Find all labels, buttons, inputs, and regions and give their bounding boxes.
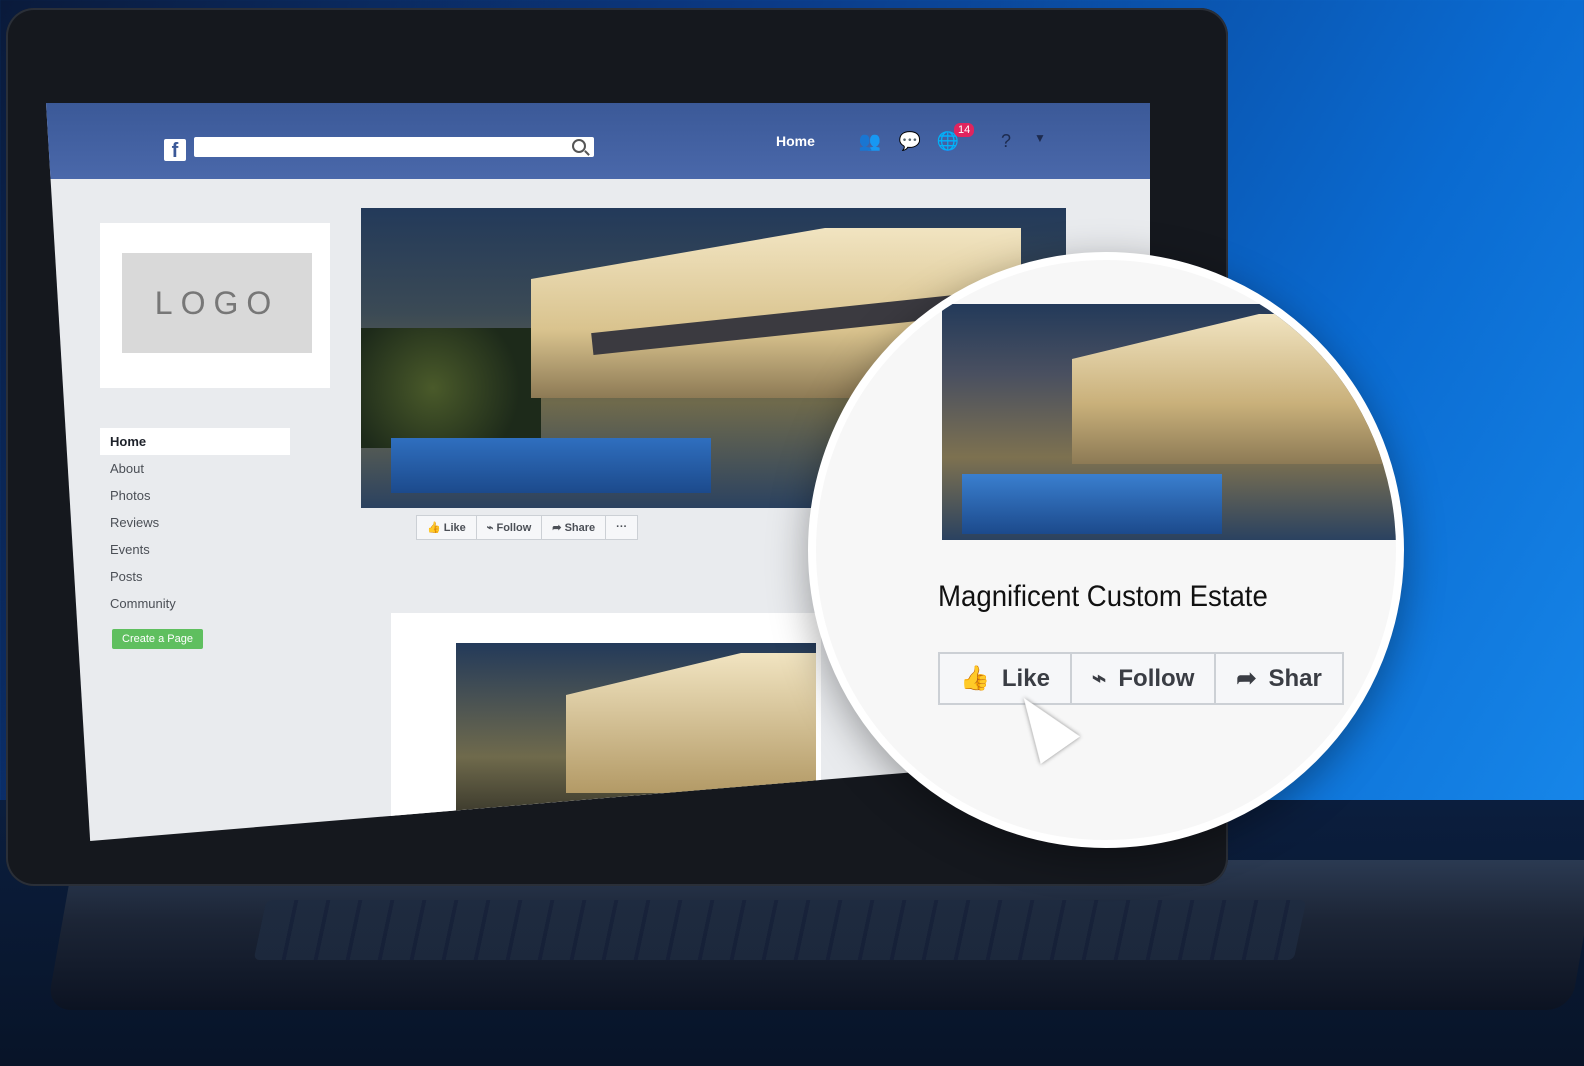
- magnified-action-row: 👍 Like ⌁ Follow ➦ Shar: [938, 652, 1344, 705]
- topnav-home-link[interactable]: Home: [776, 133, 815, 149]
- sidebar-item-about[interactable]: About: [100, 455, 350, 482]
- like-button[interactable]: 👍 Like: [416, 515, 477, 540]
- cover-trees: [361, 328, 541, 448]
- search-icon[interactable]: [572, 139, 586, 153]
- magnified-pool: [962, 474, 1222, 534]
- create-page-button[interactable]: Create a Page: [112, 629, 203, 649]
- messenger-icon[interactable]: 💬: [898, 131, 922, 153]
- rss-icon: ⌁: [1091, 665, 1107, 692]
- page-title: Magnificent Custom Estate: [938, 580, 1268, 613]
- magnified-follow-button[interactable]: ⌁ Follow: [1069, 652, 1217, 705]
- logo-placeholder: LOGO: [122, 253, 312, 353]
- sidebar-item-events[interactable]: Events: [100, 536, 350, 563]
- cover-pool: [391, 438, 711, 493]
- post-card: [391, 613, 821, 841]
- page-sidebar: LOGO Home About Photos Reviews Events Po…: [100, 223, 350, 649]
- magnified-share-label: Shar: [1268, 664, 1322, 692]
- profile-logo-card: LOGO: [100, 223, 330, 388]
- page-action-row: 👍 Like ⌁ Follow ➦ Share ···: [416, 515, 639, 540]
- notification-badge: 14: [954, 123, 975, 137]
- sidebar-nav: Home About Photos Reviews Events Posts C…: [100, 428, 350, 617]
- share-arrow-icon: ➦: [1236, 665, 1257, 692]
- post-image[interactable]: [456, 643, 816, 833]
- thumbs-up-icon: 👍: [960, 665, 990, 692]
- sidebar-item-photos[interactable]: Photos: [100, 482, 350, 509]
- magnified-follow-label: Follow: [1118, 664, 1195, 692]
- laptop-keyboard: [253, 900, 1307, 960]
- facebook-topbar: f Home 👥 💬 🌐 14 ? ▼: [46, 103, 1150, 179]
- sidebar-item-community[interactable]: Community: [100, 590, 350, 617]
- help-icon[interactable]: ?: [994, 131, 1018, 153]
- post-house: [566, 653, 816, 793]
- like-label: Like: [443, 522, 466, 534]
- facebook-logo-icon[interactable]: f: [164, 139, 186, 162]
- magnified-share-button[interactable]: ➦ Shar: [1214, 652, 1344, 705]
- follow-label: Follow: [496, 522, 532, 534]
- magnified-cover-photo: [942, 304, 1396, 540]
- search-input[interactable]: [194, 137, 594, 157]
- magnified-house: [1072, 314, 1396, 464]
- share-button[interactable]: ➦ Share: [541, 515, 607, 540]
- sidebar-item-posts[interactable]: Posts: [100, 563, 350, 590]
- sidebar-item-home[interactable]: Home: [100, 428, 290, 455]
- chevron-down-icon[interactable]: ▼: [1028, 131, 1052, 153]
- sidebar-item-reviews[interactable]: Reviews: [100, 509, 350, 536]
- friends-icon[interactable]: 👥: [858, 131, 882, 153]
- more-options-button[interactable]: ···: [605, 515, 639, 540]
- follow-button[interactable]: ⌁ Follow: [475, 515, 543, 540]
- share-label: Share: [564, 522, 596, 534]
- magnifier-callout: Magnificent Custom Estate 👍 Like ⌁ Follo…: [808, 252, 1404, 848]
